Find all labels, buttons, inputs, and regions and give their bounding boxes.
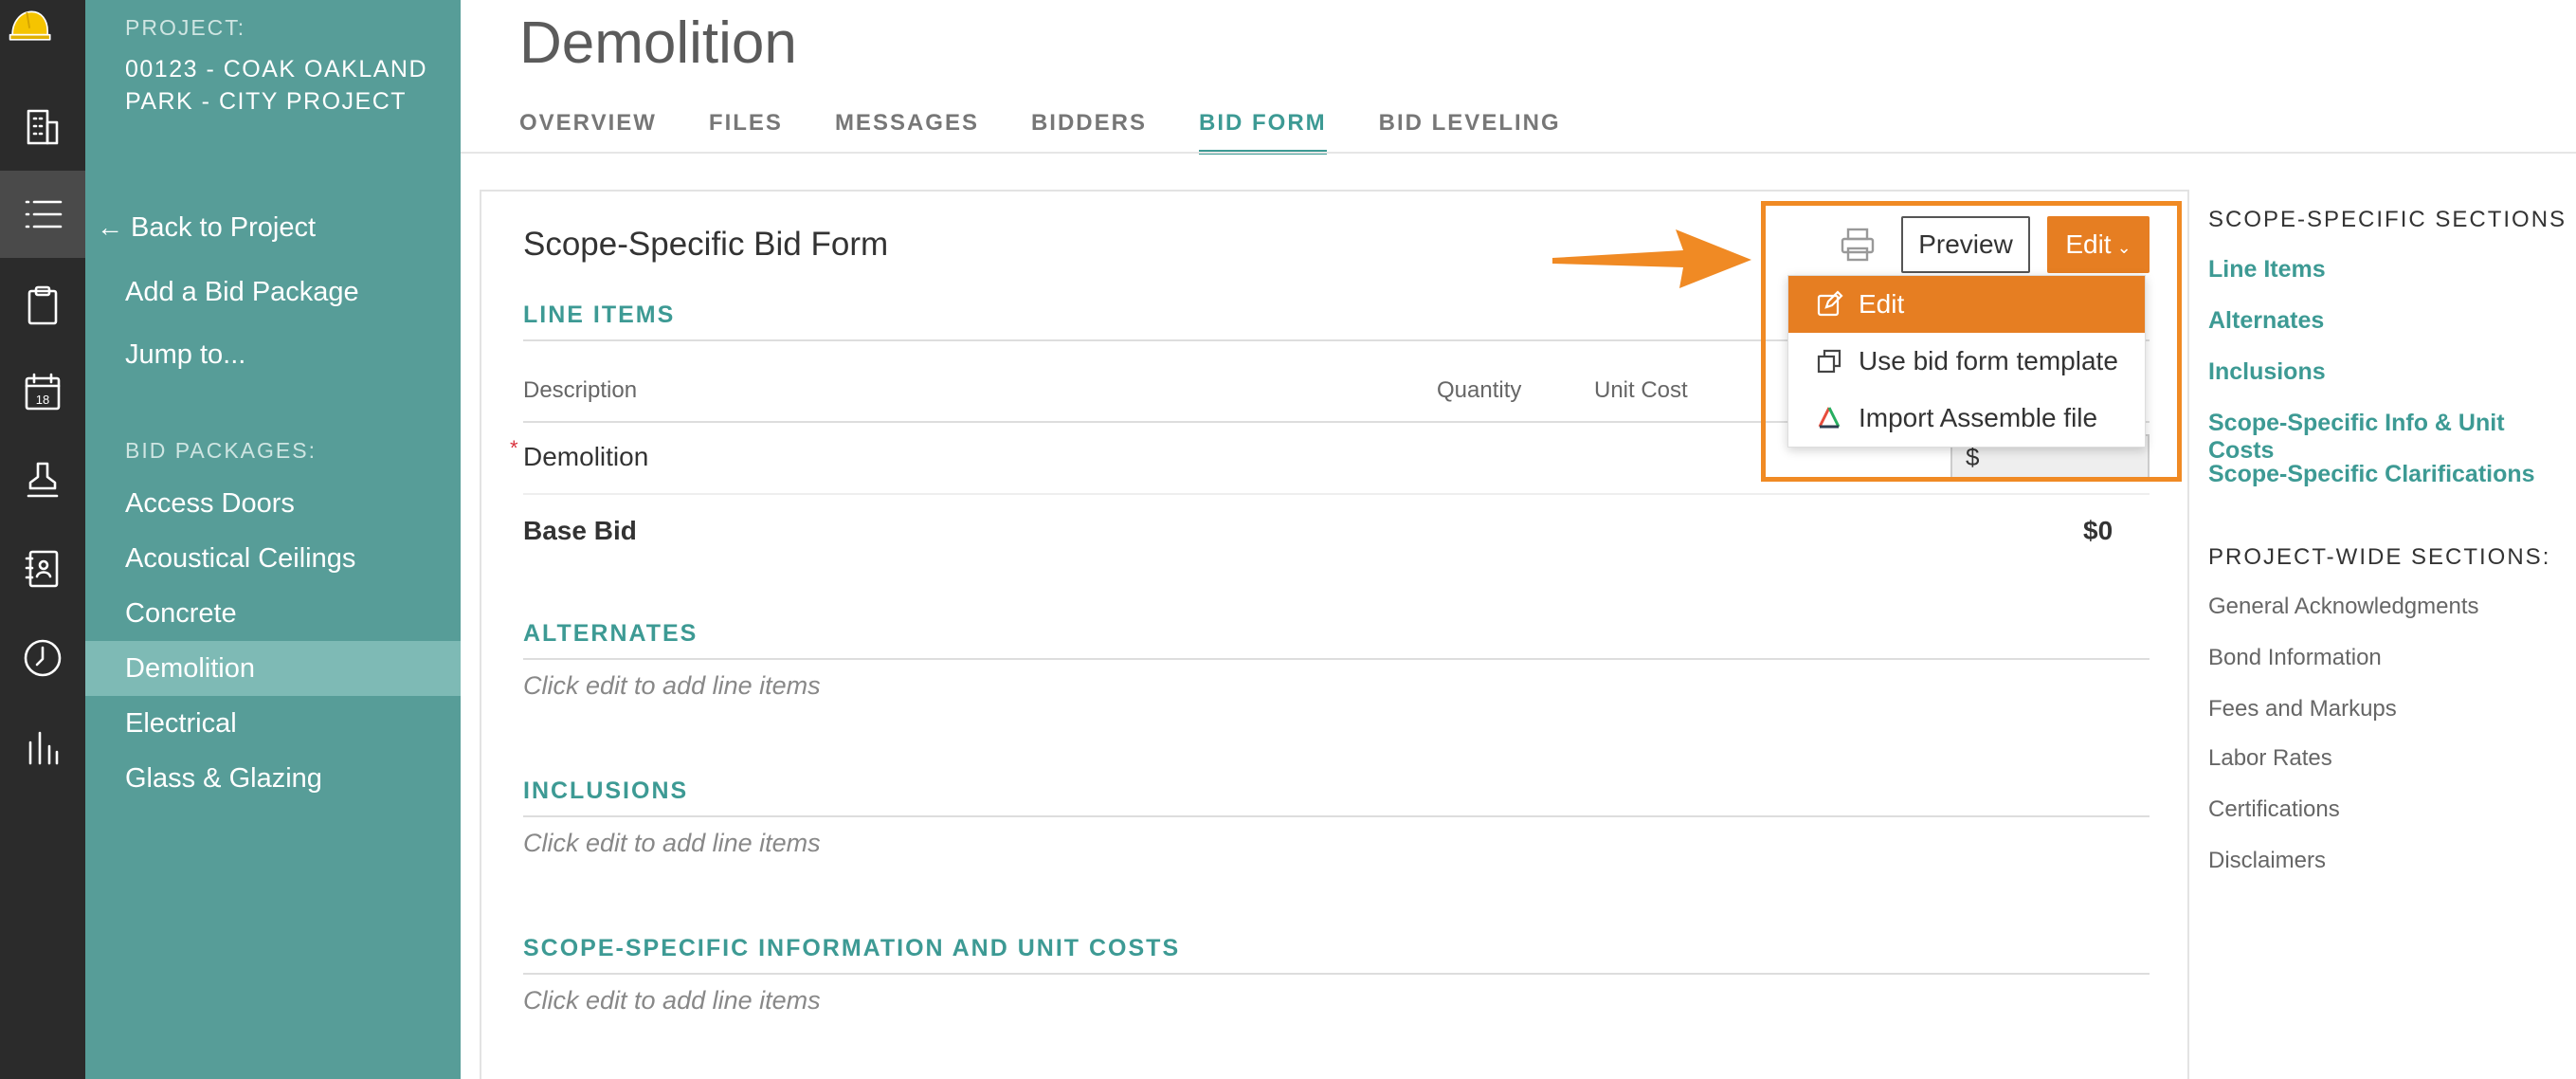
tab-bar: OVERVIEW FILES MESSAGES BIDDERS BID FORM… xyxy=(519,110,1613,155)
scope-info-heading: SCOPE-SPECIFIC INFORMATION AND UNIT COST… xyxy=(523,935,1181,961)
menu-item-import-assemble-label: Import Assemble file xyxy=(1859,403,2098,432)
menu-item-use-template-label: Use bid form template xyxy=(1859,346,2118,375)
project-sidebar: PROJECT: 00123 - COAK OAKLAND PARK - CIT… xyxy=(85,0,461,1079)
menu-item-use-template[interactable]: Use bid form template xyxy=(1788,333,2145,390)
base-bid-value: $0 xyxy=(2083,516,2113,545)
contacts-book-icon[interactable] xyxy=(0,525,85,613)
add-bid-package-link[interactable]: Add a Bid Package xyxy=(125,277,359,308)
tab-overview[interactable]: OVERVIEW xyxy=(519,110,657,155)
assemble-logo-icon xyxy=(1815,404,1843,432)
alternates-heading: ALTERNATES xyxy=(523,620,698,647)
nav-disclaimers[interactable]: Disclaimers xyxy=(2208,848,2326,874)
tab-bid-form[interactable]: BID FORM xyxy=(1198,110,1327,155)
nav-line-items[interactable]: Line Items xyxy=(2208,256,2326,283)
list-icon[interactable] xyxy=(0,171,85,258)
package-electrical[interactable]: Electrical xyxy=(85,696,461,751)
column-quantity: Quantity xyxy=(1437,377,1522,403)
hardhat-logo-icon[interactable] xyxy=(8,6,76,70)
form-title: Scope-Specific Bid Form xyxy=(523,226,889,263)
alternates-empty-text: Click edit to add line items xyxy=(523,671,821,700)
stamp-icon[interactable] xyxy=(0,436,85,523)
tab-files[interactable]: FILES xyxy=(709,110,783,155)
divider xyxy=(523,815,2150,817)
required-marker: * xyxy=(510,436,518,460)
package-demolition[interactable]: Demolition xyxy=(85,641,461,696)
base-bid-label: Base Bid xyxy=(523,516,637,545)
pencil-square-icon xyxy=(1815,290,1843,319)
project-label: PROJECT: xyxy=(125,15,246,40)
bar-chart-icon[interactable] xyxy=(0,704,85,791)
column-description: Description xyxy=(523,377,638,403)
nav-general-acknowledgments[interactable]: General Acknowledgments xyxy=(2208,594,2479,620)
divider xyxy=(523,973,2150,975)
package-access-doors[interactable]: Access Doors xyxy=(85,476,461,531)
bid-packages-label: BID PACKAGES: xyxy=(125,438,317,463)
clipboard-icon[interactable] xyxy=(0,262,85,349)
project-sections-heading: PROJECT-WIDE SECTIONS: xyxy=(2208,544,2551,570)
arrow-left-icon: ← xyxy=(97,212,123,242)
nav-scope-clarifications[interactable]: Scope-Specific Clarifications xyxy=(2208,461,2535,488)
nav-fees-markups[interactable]: Fees and Markups xyxy=(2208,696,2397,722)
back-to-project-link[interactable]: ← Back to Project xyxy=(97,212,316,244)
tab-messages[interactable]: MESSAGES xyxy=(835,110,979,155)
row-description: Demolition xyxy=(523,442,649,471)
annotation-arrow xyxy=(1552,229,1751,288)
tab-bidders[interactable]: BIDDERS xyxy=(1031,110,1147,155)
building-icon[interactable] xyxy=(0,83,85,171)
edit-dropdown-menu: Edit Use bid form template Import Assemb… xyxy=(1787,275,2146,448)
nav-alternates[interactable]: Alternates xyxy=(2208,307,2324,335)
tab-bid-leveling[interactable]: BID LEVELING xyxy=(1379,110,1561,155)
nav-certifications[interactable]: Certifications xyxy=(2208,796,2340,823)
calendar-icon[interactable]: 18 xyxy=(0,349,85,436)
copy-template-icon xyxy=(1815,347,1843,375)
package-concrete[interactable]: Concrete xyxy=(85,586,461,641)
nav-bond-information[interactable]: Bond Information xyxy=(2208,645,2382,671)
nav-labor-rates[interactable]: Labor Rates xyxy=(2208,745,2332,772)
menu-item-import-assemble[interactable]: Import Assemble file xyxy=(1788,390,2145,447)
menu-item-edit-label: Edit xyxy=(1859,289,1905,319)
jump-to-link[interactable]: Jump to... xyxy=(125,339,245,371)
divider xyxy=(523,658,2150,660)
package-glass-glazing[interactable]: Glass & Glazing xyxy=(85,751,461,806)
inclusions-heading: INCLUSIONS xyxy=(523,777,689,804)
icon-rail: 18 xyxy=(0,0,85,1079)
scope-info-empty-text: Click edit to add line items xyxy=(523,986,821,1015)
back-label: Back to Project xyxy=(131,212,317,243)
clock-icon[interactable] xyxy=(0,614,85,702)
column-unit-cost: Unit Cost xyxy=(1594,377,1688,403)
package-acoustical-ceilings[interactable]: Acoustical Ceilings xyxy=(85,531,461,586)
line-items-heading: LINE ITEMS xyxy=(523,302,676,328)
menu-item-edit[interactable]: Edit xyxy=(1788,276,2145,333)
page-title: Demolition xyxy=(519,10,797,76)
calendar-day: 18 xyxy=(36,393,49,407)
project-name: 00123 - COAK OAKLAND PARK - CITY PROJECT xyxy=(125,56,428,115)
nav-inclusions[interactable]: Inclusions xyxy=(2208,358,2326,386)
nav-scope-info[interactable]: Scope-Specific Info & Unit Costs xyxy=(2208,410,2576,465)
inclusions-empty-text: Click edit to add line items xyxy=(523,829,821,857)
scope-sections-heading: SCOPE-SPECIFIC SECTIONS xyxy=(2208,207,2567,232)
divider xyxy=(523,493,2150,495)
header-divider xyxy=(461,152,2576,154)
